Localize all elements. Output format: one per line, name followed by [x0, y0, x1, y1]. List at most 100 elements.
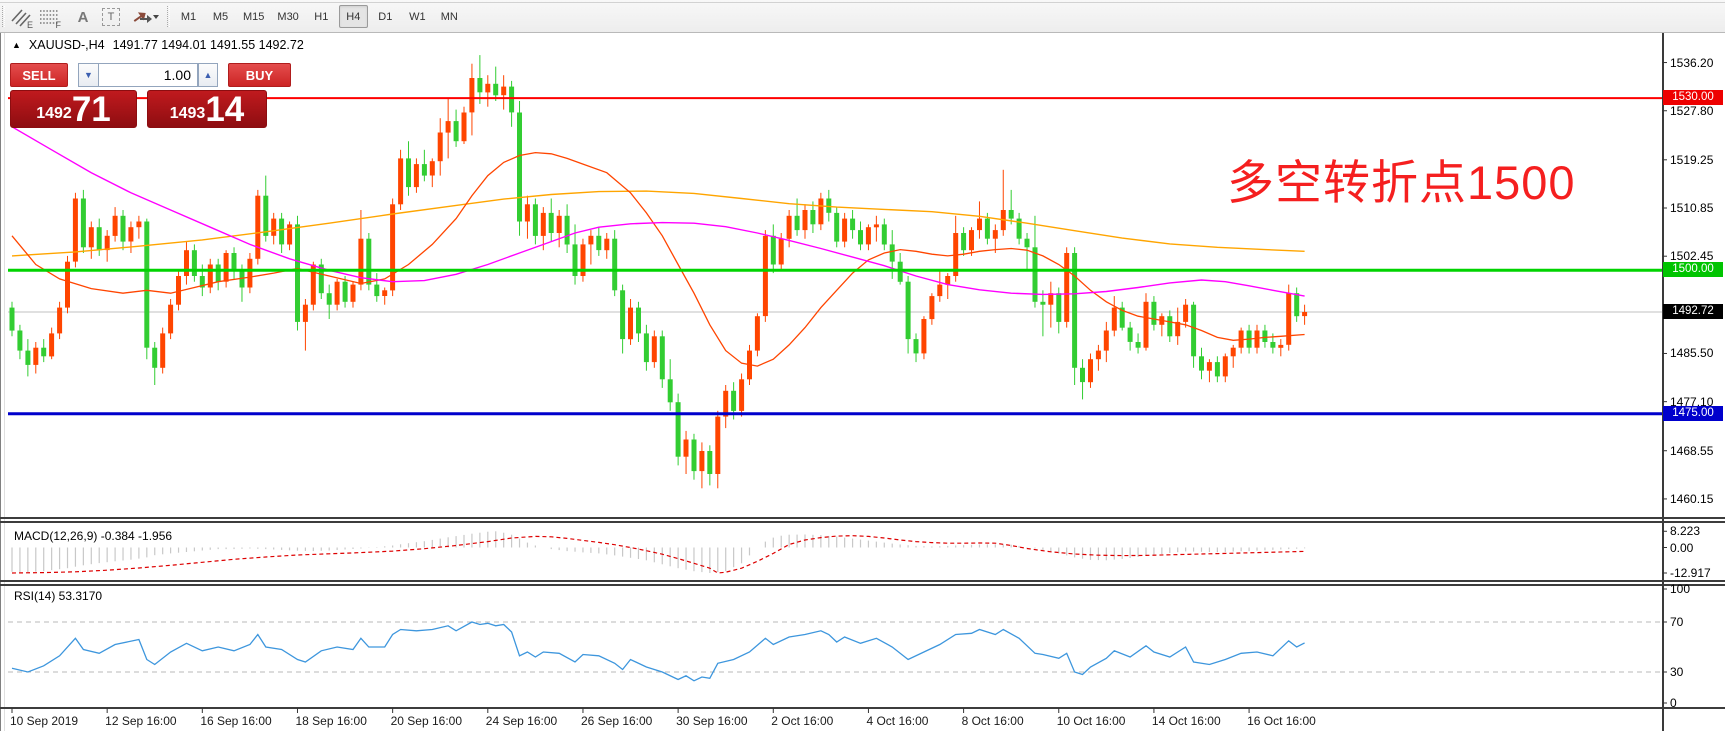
- candle-body: [731, 391, 736, 411]
- candle-body: [247, 259, 252, 288]
- candle-body: [707, 451, 712, 474]
- candle-body: [842, 219, 847, 242]
- candle-body: [810, 210, 815, 224]
- date-tick-label: 18 Sep 16:00: [295, 714, 366, 728]
- candle-body: [644, 333, 649, 362]
- sell-price-base: 1492: [36, 105, 72, 123]
- candle-body: [1302, 312, 1307, 316]
- buy-button[interactable]: BUY: [228, 63, 291, 87]
- candle-body: [1009, 210, 1014, 219]
- price-tick-label: 1460.15: [1670, 492, 1713, 506]
- candle-body: [41, 348, 46, 357]
- ma-slow-line: [12, 191, 1305, 256]
- rsi-tick-label: 0: [1670, 696, 1677, 710]
- candle-body: [454, 121, 459, 141]
- candle-body: [65, 262, 70, 308]
- candle-body: [565, 216, 570, 245]
- volume-increase-button[interactable]: ▲: [198, 63, 218, 87]
- candle-body: [295, 224, 300, 322]
- candle-body: [620, 290, 625, 339]
- candle-body: [287, 224, 292, 244]
- candle-body: [1255, 331, 1260, 348]
- candle-body: [985, 219, 990, 239]
- candle-body: [533, 204, 538, 236]
- candle-body: [224, 253, 229, 282]
- candle-body: [469, 78, 474, 112]
- candle-body: [874, 224, 879, 227]
- candle-body: [612, 239, 617, 291]
- candle-body: [128, 227, 133, 241]
- candle-body: [406, 158, 411, 187]
- candle-body: [771, 236, 776, 265]
- candle-body: [945, 276, 950, 285]
- date-tick-label: 16 Oct 16:00: [1247, 714, 1316, 728]
- sell-button[interactable]: SELL: [10, 63, 68, 87]
- buy-price-base: 1493: [170, 105, 206, 123]
- macd-tick-label: 0.00: [1670, 541, 1693, 555]
- candle-body: [684, 440, 689, 457]
- candle-body: [1199, 356, 1204, 370]
- candle-body: [1294, 293, 1299, 316]
- chart-annotation-text: 多空转折点1500: [1227, 144, 1576, 213]
- collapse-trade-panel-icon[interactable]: ▲: [12, 40, 21, 50]
- date-tick-label: 14 Oct 16:00: [1152, 714, 1221, 728]
- candle-body: [1262, 331, 1267, 343]
- candle-body: [668, 379, 673, 402]
- macd-tick-label: -12.917: [1670, 566, 1711, 580]
- candle-body: [937, 285, 942, 297]
- one-click-trading-panel: SELL ▼ ▲ BUY 1492 71 1493 14: [10, 63, 292, 128]
- candle-body: [628, 308, 633, 340]
- candle-body: [422, 164, 427, 176]
- candle-body: [1096, 351, 1101, 360]
- candle-body: [160, 333, 165, 367]
- volume-input[interactable]: [98, 63, 198, 87]
- candle-body: [1278, 345, 1283, 348]
- candle-body: [929, 296, 934, 319]
- candle-body: [374, 285, 379, 297]
- candle-body: [49, 333, 54, 356]
- candle-body: [1128, 328, 1133, 342]
- candle-body: [1040, 302, 1045, 305]
- candle-body: [485, 84, 490, 93]
- candle-body: [1104, 331, 1109, 351]
- candle-body: [121, 216, 126, 242]
- rsi-tick-label: 100: [1670, 582, 1690, 596]
- candle-body: [1207, 362, 1212, 371]
- candle-body: [1183, 305, 1188, 322]
- candle-body: [10, 308, 15, 331]
- candle-body: [105, 236, 110, 250]
- candle-body: [977, 219, 982, 231]
- candle-body: [398, 158, 403, 204]
- candle-body: [462, 113, 467, 142]
- sell-price-display: 1492 71: [10, 90, 137, 128]
- candle-body: [1056, 293, 1061, 322]
- price-badge-1500.00: 1500.00: [1663, 262, 1723, 277]
- date-tick-label: 30 Sep 16:00: [676, 714, 747, 728]
- rsi-layer: [8, 622, 1662, 681]
- candle-body: [921, 319, 926, 353]
- candle-body: [803, 210, 808, 230]
- date-tick-label: 20 Sep 16:00: [391, 714, 462, 728]
- candle-body: [692, 440, 697, 472]
- candle-body: [271, 219, 276, 236]
- candle-body: [144, 222, 149, 348]
- date-tick-label: 16 Sep 16:00: [200, 714, 271, 728]
- candle-body: [192, 250, 197, 276]
- candle-body: [676, 402, 681, 457]
- candle-body: [699, 451, 704, 471]
- candle-body: [541, 213, 546, 236]
- candle-body: [1144, 302, 1149, 348]
- candle-body: [382, 290, 387, 296]
- candle-body: [327, 293, 332, 305]
- sell-price-pips: 71: [72, 91, 111, 129]
- candle-body: [834, 213, 839, 242]
- price-badge-1475.00: 1475.00: [1663, 406, 1723, 421]
- volume-decrease-button[interactable]: ▼: [78, 63, 98, 87]
- candle-body: [961, 233, 966, 250]
- candle-body: [739, 379, 744, 411]
- candle-body: [335, 282, 340, 305]
- candle-body: [97, 227, 102, 250]
- candle-body: [390, 204, 395, 290]
- candle-body: [279, 219, 284, 245]
- candle-body: [17, 331, 22, 351]
